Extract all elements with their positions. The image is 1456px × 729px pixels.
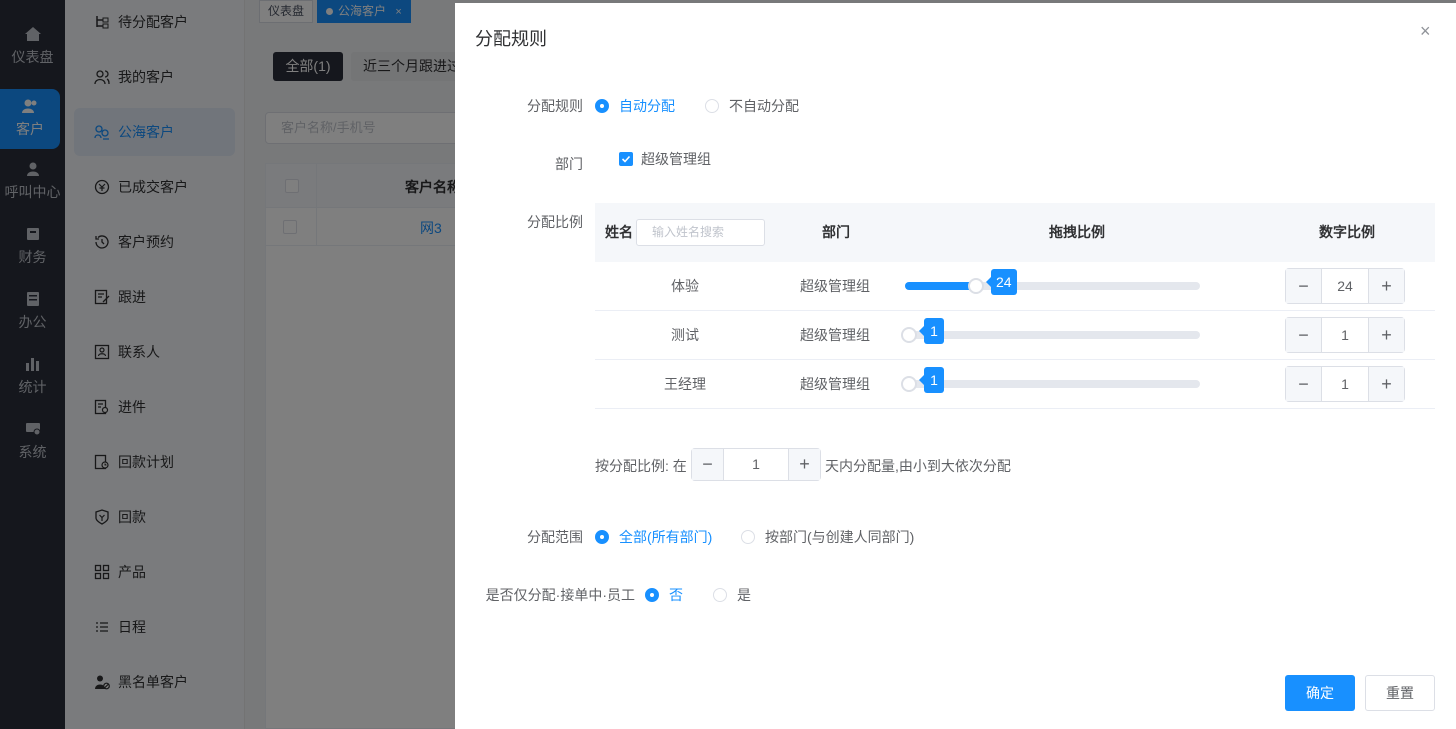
ratio-table-body: 体验 超级管理组 24−24 + 测试 超级管理组 1−1 + 王经理 超级管理组 1−1 + <box>595 262 1435 409</box>
radio-unchecked-icon <box>741 530 755 544</box>
row-dept: 超级管理组 <box>800 278 870 294</box>
ratio-stepper[interactable]: −1 + <box>1285 366 1405 402</box>
ratio-slider[interactable]: 1 <box>901 318 1200 344</box>
dept-checkbox[interactable]: 超级管理组 <box>619 149 711 169</box>
minus-icon[interactable]: − <box>1286 367 1322 401</box>
ratio-stepper[interactable]: −24 + <box>1285 268 1405 304</box>
row-name: 王经理 <box>664 376 706 392</box>
ratio-label: 分配比例 <box>527 214 583 230</box>
slider-handle[interactable] <box>901 327 917 343</box>
ratio-slider[interactable]: 24 <box>905 269 1200 295</box>
rule-label: 分配规则 <box>527 98 583 114</box>
period-prefix: 按分配比例: 在 <box>595 458 687 474</box>
plus-icon[interactable]: + <box>788 449 820 480</box>
slider-tooltip: 1 <box>919 318 944 344</box>
dept-label: 部门 <box>555 156 583 172</box>
radio-only-no[interactable]: 否 <box>645 585 683 605</box>
column-name: 姓名 <box>605 224 633 240</box>
radio-checked-icon <box>645 588 659 602</box>
ratio-slider[interactable]: 1 <box>901 367 1200 393</box>
row-dept: 超级管理组 <box>800 327 870 343</box>
radio-unchecked-icon <box>705 99 719 113</box>
row-name: 测试 <box>671 327 699 343</box>
ratio-row: 测试 超级管理组 1−1 + <box>595 311 1435 360</box>
column-drag-ratio: 拖拽比例 <box>1049 224 1105 240</box>
slider-handle[interactable] <box>901 376 917 392</box>
period-stepper[interactable]: − 1 + <box>691 448 821 481</box>
column-number-ratio: 数字比例 <box>1319 224 1375 240</box>
ratio-row: 王经理 超级管理组 1−1 + <box>595 360 1435 409</box>
radio-label: 否 <box>669 587 683 603</box>
plus-icon[interactable]: + <box>1368 269 1404 303</box>
period-value[interactable]: 1 <box>724 449 788 480</box>
radio-label: 是 <box>737 587 751 603</box>
check-icon <box>619 152 633 166</box>
plus-icon[interactable]: + <box>1368 367 1404 401</box>
radio-checked-icon <box>595 530 609 544</box>
column-dept: 部门 <box>822 224 850 240</box>
radio-label: 自动分配 <box>619 98 675 114</box>
radio-unchecked-icon <box>713 588 727 602</box>
name-search-input[interactable]: 输入姓名搜索 <box>636 219 765 246</box>
radio-label: 按部门(与创建人同部门) <box>765 529 915 545</box>
period-suffix: 天内分配量,由小到大依次分配 <box>825 458 1011 474</box>
close-icon[interactable]: × <box>1420 21 1431 42</box>
row-name: 体验 <box>671 278 699 294</box>
radio-auto-assign[interactable]: 自动分配 <box>595 96 675 116</box>
slider-fill <box>905 282 976 290</box>
slider-tooltip: 1 <box>919 367 944 393</box>
dialog-title: 分配规则 <box>475 29 547 49</box>
reset-button[interactable]: 重置 <box>1365 675 1435 711</box>
confirm-button[interactable]: 确定 <box>1285 675 1355 711</box>
radio-no-auto-assign[interactable]: 不自动分配 <box>705 96 799 116</box>
ratio-stepper[interactable]: −1 + <box>1285 317 1405 353</box>
ratio-value[interactable]: 1 <box>1322 318 1368 352</box>
only-active-label: 是否仅分配·接单中·员工 <box>485 587 635 603</box>
assign-rule-dialog: 分配规则 × 分配规则 自动分配 不自动分配 部门 超级管理组 分配比例 姓名 … <box>455 3 1456 729</box>
minus-icon[interactable]: − <box>692 449 724 480</box>
radio-label: 全部(所有部门) <box>619 529 713 545</box>
slider-handle[interactable] <box>968 278 984 294</box>
radio-scope-dept[interactable]: 按部门(与创建人同部门) <box>741 527 914 547</box>
minus-icon[interactable]: − <box>1286 269 1322 303</box>
minus-icon[interactable]: − <box>1286 318 1322 352</box>
ratio-value[interactable]: 24 <box>1322 269 1368 303</box>
slider-tooltip: 24 <box>986 269 1017 295</box>
radio-label: 不自动分配 <box>729 98 799 114</box>
plus-icon[interactable]: + <box>1368 318 1404 352</box>
ratio-table-header: 姓名 输入姓名搜索 部门 拖拽比例 数字比例 <box>595 203 1435 262</box>
radio-scope-all[interactable]: 全部(所有部门) <box>595 527 712 547</box>
row-dept: 超级管理组 <box>800 376 870 392</box>
radio-only-yes[interactable]: 是 <box>713 585 751 605</box>
checkbox-label: 超级管理组 <box>641 151 711 167</box>
ratio-row: 体验 超级管理组 24−24 + <box>595 262 1435 311</box>
ratio-value[interactable]: 1 <box>1322 367 1368 401</box>
scope-label: 分配范围 <box>527 529 583 545</box>
ratio-table: 姓名 输入姓名搜索 部门 拖拽比例 数字比例 体验 超级管理组 24−24 + 测试 超级… <box>595 203 1435 409</box>
radio-checked-icon <box>595 99 609 113</box>
